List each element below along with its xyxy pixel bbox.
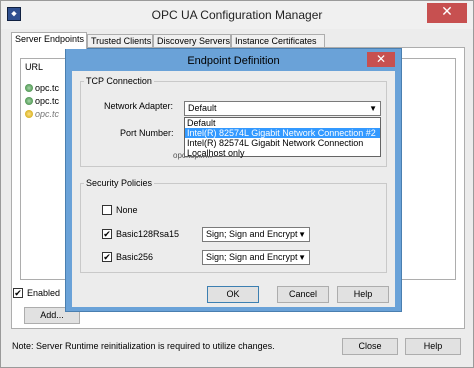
- tab-trusted-clients[interactable]: Trusted Clients: [87, 34, 153, 48]
- endpoint-definition-dialog: Endpoint Definition ✕ TCP Connection Net…: [65, 48, 402, 312]
- dialog-title: Endpoint Definition: [187, 55, 280, 67]
- chevron-down-icon: ▼: [298, 230, 306, 239]
- tcp-connection-title: TCP Connection: [84, 76, 154, 86]
- endpoint-url: opc.tc: [35, 96, 60, 106]
- endpoint-url: opc.tc: [35, 83, 60, 93]
- tab-discovery-servers[interactable]: Discovery Servers: [153, 34, 231, 48]
- policy-basic128rsa15-checkbox[interactable]: ✔: [102, 229, 112, 239]
- help-button[interactable]: Help: [405, 338, 461, 355]
- chevron-down-icon: ▼: [298, 253, 306, 262]
- enabled-label: Enabled: [27, 288, 61, 298]
- dialog-help-button[interactable]: Help: [337, 286, 389, 303]
- enabled-checkbox[interactable]: ✔: [13, 288, 23, 298]
- policy-basic256-mode-select[interactable]: Sign; Sign and Encrypt ▼: [202, 250, 310, 265]
- chevron-down-icon: ▼: [369, 104, 377, 113]
- close-button[interactable]: Close: [342, 338, 398, 355]
- dialog-body: TCP Connection Network Adapter: Default …: [72, 71, 395, 307]
- endpoint-icon: [25, 84, 33, 92]
- policy-mode-value: Sign; Sign and Encrypt: [206, 229, 298, 239]
- network-adapter-dropdown: Default Intel(R) 82574L Gigabit Network …: [184, 117, 381, 158]
- window-title: OPC UA Configuration Manager: [151, 8, 323, 22]
- policy-basic128rsa15-label: Basic128Rsa15: [116, 229, 180, 239]
- tab-server-endpoints[interactable]: Server Endpoints: [11, 32, 87, 49]
- network-adapter-select[interactable]: Default ▼: [184, 101, 381, 116]
- list-item[interactable]: opc.tc: [25, 109, 59, 119]
- port-number-label: Port Number:: [120, 128, 174, 138]
- adapter-option[interactable]: Default: [185, 118, 380, 128]
- ok-button[interactable]: OK: [207, 286, 259, 303]
- tab-instance-certificates[interactable]: Instance Certificates: [231, 34, 325, 48]
- policy-mode-value: Sign; Sign and Encrypt: [206, 252, 298, 262]
- title-bar[interactable]: ◆ OPC UA Configuration Manager ✕: [1, 1, 473, 29]
- list-item[interactable]: opc.tc: [25, 96, 59, 106]
- adapter-option-highlighted[interactable]: Intel(R) 82574L Gigabit Network Connecti…: [185, 128, 380, 138]
- window-close-button[interactable]: ✕: [427, 3, 467, 23]
- endpoint-url: opc.tc: [35, 109, 60, 119]
- status-note: Note: Server Runtime reinitialization is…: [12, 341, 275, 351]
- policy-none-label: None: [116, 205, 138, 215]
- policy-basic128rsa15-mode-select[interactable]: Sign; Sign and Encrypt ▼: [202, 227, 310, 242]
- policy-basic256-label: Basic256: [116, 252, 154, 262]
- cancel-button[interactable]: Cancel: [277, 286, 329, 303]
- policy-basic256-checkbox[interactable]: ✔: [102, 252, 112, 262]
- adapter-option[interactable]: Intel(R) 82574L Gigabit Network Connecti…: [185, 138, 380, 148]
- endpoint-icon: [25, 97, 33, 105]
- endpoint-disabled-icon: [25, 110, 33, 118]
- dialog-close-button[interactable]: ✕: [367, 52, 395, 67]
- network-adapter-label: Network Adapter:: [104, 101, 174, 111]
- policy-none-checkbox[interactable]: [102, 205, 112, 215]
- adapter-option[interactable]: Localhost only: [185, 148, 380, 158]
- network-adapter-value: Default: [188, 103, 217, 113]
- list-item[interactable]: opc.tc: [25, 83, 59, 93]
- url-column-header[interactable]: URL: [25, 62, 43, 72]
- security-policies-title: Security Policies: [84, 178, 155, 188]
